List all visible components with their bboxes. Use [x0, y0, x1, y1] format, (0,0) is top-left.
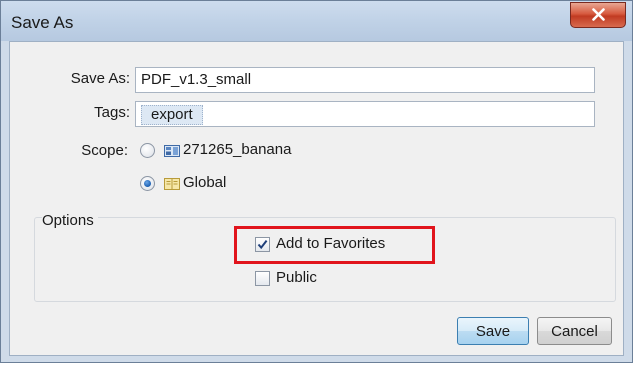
dashboard-icon — [164, 145, 180, 157]
tags-input[interactable]: export — [135, 101, 595, 127]
checkmark-icon — [257, 239, 268, 250]
close-icon — [592, 8, 605, 21]
public-label: Public — [276, 269, 317, 286]
scope-option-label-global: Global — [183, 174, 227, 191]
save-as-input[interactable]: PDF_v1.3_small — [135, 67, 595, 93]
dialog-title: Save As — [11, 13, 74, 32]
dialog-body: Save As: PDF_v1.3_small Tags: export Sco… — [9, 41, 624, 356]
save-button[interactable]: Save — [457, 317, 529, 345]
save-as-dialog: Save As Save As: PDF_v1.3_small Tags: ex… — [0, 0, 633, 363]
scope-label: Scope: — [81, 142, 128, 159]
scope-option-label-banana: 271265_banana — [183, 141, 292, 158]
close-button[interactable] — [570, 2, 626, 28]
public-checkbox[interactable] — [255, 271, 270, 286]
scope-radio-global[interactable] — [140, 176, 155, 191]
scope-radio-271265-banana[interactable] — [140, 143, 155, 158]
add-to-favorites-label: Add to Favorites — [276, 235, 386, 252]
tags-label: Tags: — [94, 104, 130, 121]
title-bar[interactable]: Save As — [1, 1, 632, 41]
book-icon — [164, 178, 180, 190]
save-as-label: Save As: — [70, 70, 130, 87]
add-to-favorites-checkbox[interactable] — [255, 237, 270, 252]
cancel-button[interactable]: Cancel — [537, 317, 612, 345]
tag-chip[interactable]: export — [141, 105, 203, 125]
options-group-title: Options — [42, 212, 98, 229]
